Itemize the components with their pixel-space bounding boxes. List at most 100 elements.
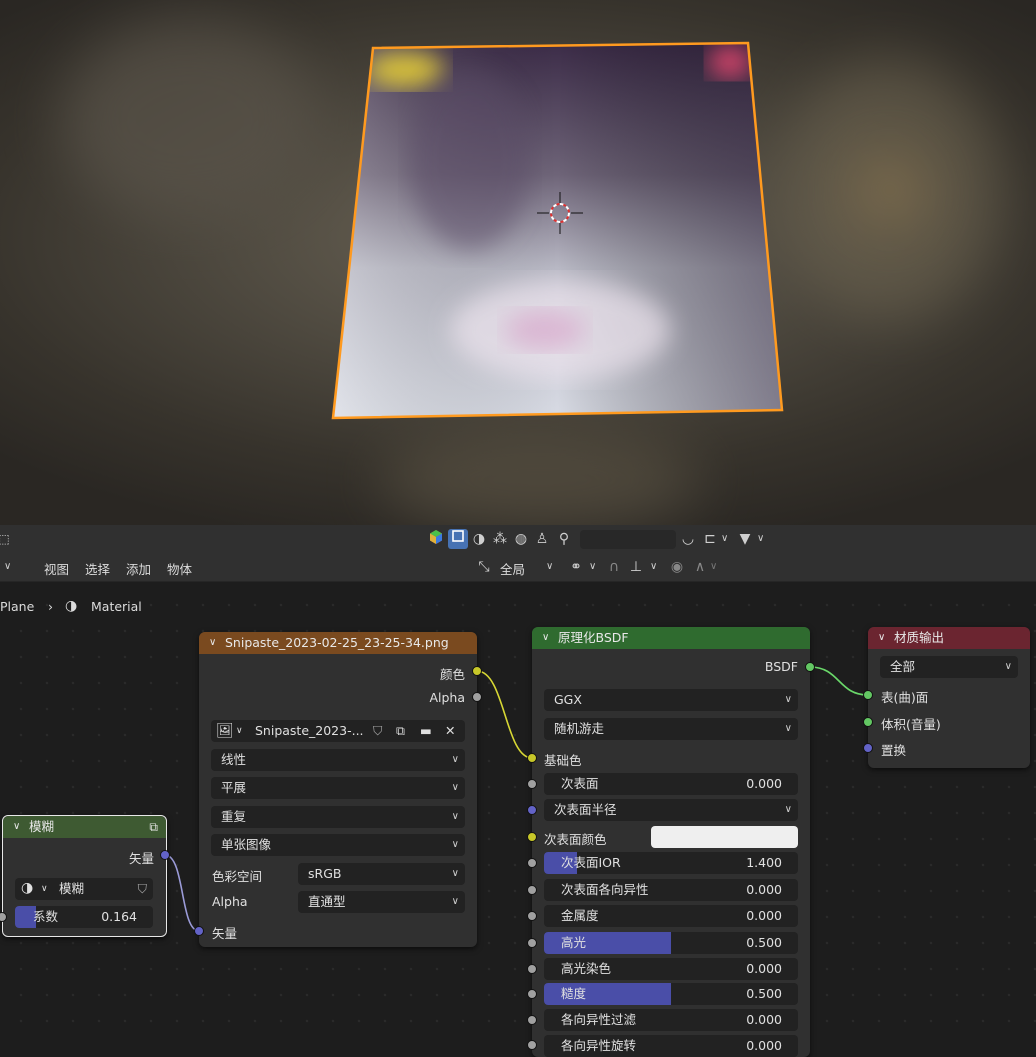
socket-input-anisotropic-rotation[interactable] (527, 1040, 537, 1050)
node-header[interactable]: ∨ 原理化BSDF (532, 627, 810, 649)
socket-input-subsurface-color[interactable] (527, 832, 537, 842)
fake-user-icon[interactable]: ⛉ (138, 878, 147, 900)
blur-type-select[interactable]: ◑ ∨ 模糊 ⛉ (15, 878, 153, 900)
chevron-down-icon: ∨ (784, 723, 792, 734)
node-group-icon[interactable]: ⧉ (149, 816, 158, 838)
socket-input-displacement[interactable] (863, 743, 873, 753)
image-datablock[interactable]: 🖼 ∨ Snipaste_2023-... ⛉ ⧉ ▬ ✕ (211, 720, 465, 742)
slider-label: 次表面 (561, 776, 599, 791)
subsurface-method-select[interactable]: 随机游走 ∨ (544, 718, 798, 740)
subsurface-ior-slider[interactable]: 次表面IOR 1.400 (544, 852, 798, 874)
chevron-down-icon: ∨ (451, 754, 459, 765)
socket-input-anisotropic[interactable] (527, 1015, 537, 1025)
image-name[interactable]: Snipaste_2023-... (255, 720, 364, 742)
socket-output-alpha[interactable] (472, 692, 482, 702)
output-label: 矢量 (128, 851, 154, 866)
image-icon[interactable]: 🖼 (216, 720, 234, 742)
subsurface-slider[interactable]: 次表面 0.000 (544, 773, 798, 795)
extension-select[interactable]: 重复 ∨ (211, 806, 465, 828)
subsurface-color-swatch[interactable] (651, 826, 798, 848)
distribution-select[interactable]: GGX ∨ (544, 689, 798, 711)
select-value: 重复 (221, 809, 247, 824)
fake-user-icon[interactable]: ⛉ (373, 720, 382, 742)
target-select[interactable]: 全部 ∨ (880, 656, 1018, 678)
subsurface-anisotropy-slider[interactable]: 次表面各向异性 0.000 (544, 879, 798, 901)
metallic-slider[interactable]: 金属度 0.000 (544, 905, 798, 927)
chevron-down-icon: ∨ (451, 896, 459, 907)
interpolation-select[interactable]: 线性 ∨ (211, 749, 465, 771)
socket-input-subsurface-ior[interactable] (527, 858, 537, 868)
node-principled-bsdf[interactable]: ∨ 原理化BSDF BSDF GGX ∨ 随机游走 ∨ 基础色 次表面 0.000 … (532, 627, 810, 1057)
close-icon[interactable]: ✕ (445, 720, 455, 742)
anisotropic-rotation-slider[interactable]: 各向异性旋转 0.000 (544, 1035, 798, 1057)
roughness-slider[interactable]: 糙度 0.500 (544, 983, 798, 1005)
input-label: 表(曲)面 (881, 690, 929, 705)
slider-label: 糙度 (561, 986, 587, 1001)
alpha-mode-select[interactable]: 直通型 ∨ (298, 891, 465, 913)
alpha-label: Alpha (212, 894, 248, 909)
socket-input-base-color[interactable] (527, 753, 537, 763)
node-blur[interactable]: ∨ 模糊 ⧉ 矢量 ◑ ∨ 模糊 ⛉ 系数 0.164 (2, 815, 167, 937)
slider-value: 0.000 (746, 1012, 782, 1027)
specular-slider[interactable]: 高光 0.500 (544, 932, 798, 954)
node-header[interactable]: ∨ 材质输出 (868, 627, 1030, 649)
projection-select[interactable]: 平展 ∨ (211, 777, 465, 799)
chevron-down-icon[interactable]: ∨ (236, 720, 243, 742)
link-bsdf (809, 666, 869, 696)
specular-tint-slider[interactable]: 高光染色 0.000 (544, 958, 798, 980)
node-header[interactable]: ∨ Snipaste_2023-02-25_23-25-34.png (199, 632, 477, 654)
node-title: Snipaste_2023-02-25_23-25-34.png (225, 635, 449, 650)
texture-icon: ◑ (21, 880, 34, 896)
collapse-chevron-icon[interactable]: ∨ (878, 627, 885, 649)
factor-slider[interactable]: 系数 0.164 (15, 906, 153, 928)
socket-input-volume[interactable] (863, 717, 873, 727)
socket-output-bsdf[interactable] (805, 662, 815, 672)
socket-input-subsurface[interactable] (527, 779, 537, 789)
chevron-down-icon: ∨ (451, 811, 459, 822)
select-value: 全部 (890, 659, 916, 674)
slider-value: 0.164 (101, 909, 137, 924)
chevron-down-icon: ∨ (451, 868, 459, 879)
node-image-texture[interactable]: ∨ Snipaste_2023-02-25_23-25-34.png 颜色 Al… (199, 632, 477, 947)
chevron-down-icon: ∨ (451, 782, 459, 793)
colorspace-select[interactable]: sRGB ∨ (298, 863, 465, 885)
select-value: 随机游走 (554, 721, 605, 736)
collapse-chevron-icon[interactable]: ∨ (209, 632, 216, 654)
input-label: 体积(音量) (881, 717, 941, 732)
chevron-down-icon: ∨ (451, 839, 459, 850)
slider-label: 高光 (561, 935, 587, 950)
socket-output-color[interactable] (472, 666, 482, 676)
socket-input-surface[interactable] (863, 690, 873, 700)
link-color (476, 670, 533, 759)
select-value: 单张图像 (221, 837, 272, 852)
socket-input-roughness[interactable] (527, 989, 537, 999)
socket-input-subsurface-anisotropy[interactable] (527, 885, 537, 895)
socket-input-subsurface-radius[interactable] (527, 805, 537, 815)
input-label: 基础色 (544, 753, 582, 768)
input-label: 次表面颜色 (544, 832, 607, 847)
node-title: 材质输出 (894, 630, 945, 645)
slider-value: 0.000 (746, 776, 782, 791)
subsurface-radius-select[interactable]: 次表面半径 ∨ (544, 799, 798, 821)
folder-icon[interactable]: ▬ (420, 720, 432, 742)
collapse-chevron-icon[interactable]: ∨ (542, 627, 549, 649)
collapse-chevron-icon[interactable]: ∨ (13, 816, 20, 838)
socket-input-specular[interactable] (527, 938, 537, 948)
duplicate-icon[interactable]: ⧉ (396, 720, 405, 742)
node-title: 模糊 (29, 819, 55, 834)
slider-label: 次表面IOR (561, 855, 621, 870)
socket-input-metallic[interactable] (527, 911, 537, 921)
chevron-down-icon: ∨ (784, 694, 792, 705)
socket-input-specular-tint[interactable] (527, 964, 537, 974)
link-vector (164, 854, 200, 932)
slider-value: 0.000 (746, 882, 782, 897)
select-value: GGX (554, 692, 582, 707)
anisotropic-slider[interactable]: 各向异性过滤 0.000 (544, 1009, 798, 1031)
node-material-output[interactable]: ∨ 材质输出 全部 ∨ 表(曲)面 体积(音量) 置换 (868, 627, 1030, 768)
socket-output-vector[interactable] (160, 850, 170, 860)
slider-label: 高光染色 (561, 961, 612, 976)
socket-input-vector[interactable] (194, 926, 204, 936)
node-header[interactable]: ∨ 模糊 ⧉ (3, 816, 166, 838)
source-select[interactable]: 单张图像 ∨ (211, 834, 465, 856)
slider-label: 系数 (33, 909, 59, 924)
